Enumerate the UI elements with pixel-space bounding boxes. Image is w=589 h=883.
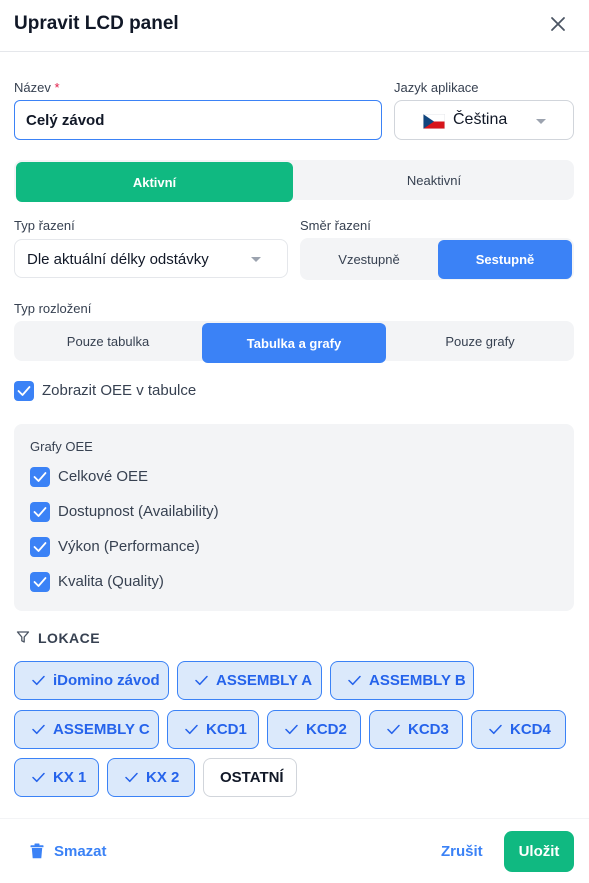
checkmark-icon (489, 724, 502, 735)
header-divider (0, 51, 589, 52)
sort-ascending-option[interactable]: Vzestupně (300, 238, 438, 280)
required-mark: * (54, 80, 60, 95)
trash-icon (30, 843, 44, 859)
checkmark-icon (125, 772, 138, 783)
checkmark-icon (195, 675, 208, 686)
layout-type-toggle: Pouze tabulka Tabulka a grafy Pouze graf… (14, 321, 574, 363)
location-chip-kx1[interactable]: KX 1 (14, 758, 99, 797)
status-option-inactive[interactable]: Neaktivní (294, 160, 574, 200)
oee-quality-label: Kvalita (Quality) (58, 573, 164, 590)
sort-type-value: Dle aktuální délky odstávky (27, 251, 209, 268)
save-button[interactable]: Uložit (504, 831, 574, 872)
locations-title: LOKACE (38, 630, 101, 646)
chevron-down-icon (251, 257, 261, 262)
location-chip-idomino[interactable]: iDomino závod (14, 661, 169, 700)
status-toggle: Aktivní Neaktivní (14, 160, 574, 202)
language-select[interactable]: Čeština (394, 100, 574, 140)
oee-performance-label: Výkon (Performance) (58, 538, 200, 555)
checkmark-icon (32, 772, 45, 783)
oee-availability-checkbox[interactable] (30, 502, 50, 522)
show-oee-label: Zobrazit OEE v tabulce (42, 382, 197, 399)
checkmark-icon (185, 724, 198, 735)
name-label: Název * (14, 80, 60, 95)
location-chip-assembly-c[interactable]: ASSEMBLY C (14, 710, 159, 749)
oee-charts-panel: Grafy OEE Celkové OEE Dostupnost (Availa… (14, 424, 574, 611)
location-chip-assembly-a[interactable]: ASSEMBLY A (177, 661, 322, 700)
checkmark-icon (387, 724, 400, 735)
filter-icon (16, 630, 30, 644)
layout-table-only-option[interactable]: Pouze tabulka (14, 321, 202, 361)
oee-total-checkbox[interactable] (30, 467, 50, 487)
location-chip-ostatni[interactable]: OSTATNÍ (203, 758, 297, 797)
show-oee-checkbox[interactable] (14, 381, 34, 401)
sort-direction-toggle: Vzestupně Sestupně (300, 238, 574, 280)
layout-charts-only-option[interactable]: Pouze grafy (386, 321, 574, 361)
location-chip-kcd1[interactable]: KCD1 (167, 710, 259, 749)
dialog-title: Upravit LCD panel (14, 13, 179, 34)
checkmark-icon (348, 675, 361, 686)
oee-quality-checkbox[interactable] (30, 572, 50, 592)
close-icon[interactable] (549, 15, 567, 33)
footer-divider (0, 818, 589, 819)
checkmark-icon (17, 386, 31, 396)
checkmark-icon (32, 675, 45, 686)
oee-total-label: Celkové OEE (58, 468, 149, 485)
location-chip-kcd4[interactable]: KCD4 (471, 710, 566, 749)
chevron-down-icon (536, 119, 546, 124)
oee-availability-label: Dostupnost (Availability) (58, 503, 219, 520)
checkmark-icon (32, 724, 45, 735)
location-chip-kx2[interactable]: KX 2 (107, 758, 195, 797)
oee-charts-title: Grafy OEE (30, 439, 93, 454)
sort-type-label: Typ řazení (14, 218, 75, 233)
sort-descending-option[interactable]: Sestupně (438, 240, 572, 279)
location-chip-assembly-b[interactable]: ASSEMBLY B (330, 661, 474, 700)
location-chip-kcd2[interactable]: KCD2 (267, 710, 361, 749)
delete-label: Smazat (54, 843, 107, 860)
status-option-active[interactable]: Aktivní (16, 162, 293, 202)
layout-type-label: Typ rozložení (14, 301, 92, 316)
cancel-button[interactable]: Zrušit (441, 843, 483, 860)
name-input[interactable] (14, 100, 382, 140)
checkmark-icon (285, 724, 298, 735)
language-value: Čeština (453, 111, 508, 128)
sort-type-select[interactable]: Dle aktuální délky odstávky (14, 239, 288, 278)
czech-flag-icon (423, 114, 445, 129)
oee-performance-checkbox[interactable] (30, 537, 50, 557)
layout-table-and-charts-option[interactable]: Tabulka a grafy (202, 323, 386, 363)
language-label: Jazyk aplikace (394, 80, 479, 95)
dialog-header: Upravit LCD panel (0, 0, 589, 50)
location-chip-kcd3[interactable]: KCD3 (369, 710, 463, 749)
sort-direction-label: Směr řazení (300, 218, 371, 233)
